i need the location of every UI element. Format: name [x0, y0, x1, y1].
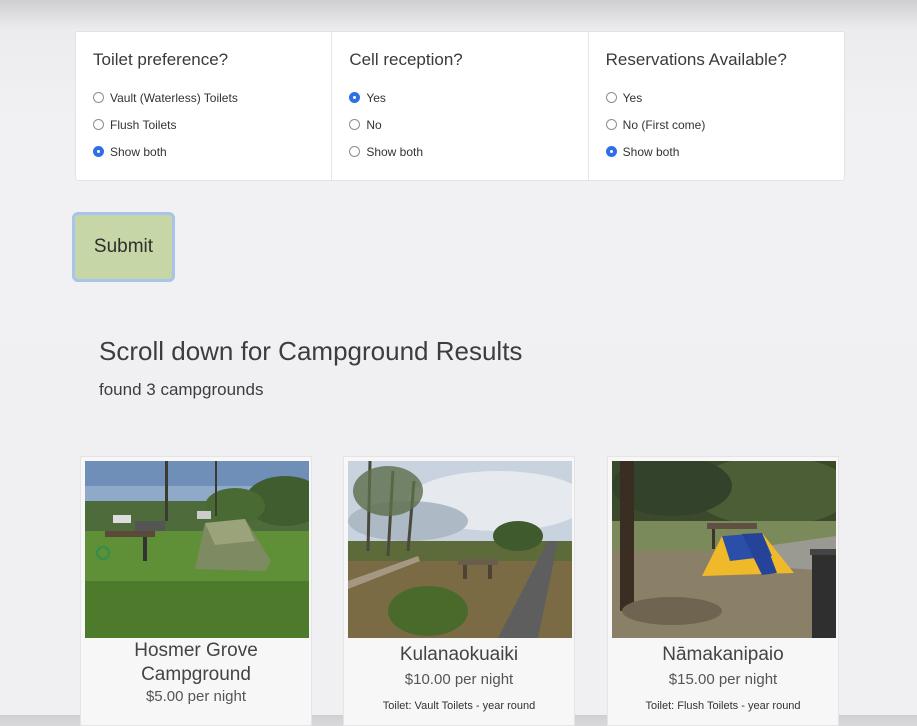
- filter-title-reservations: Reservations Available?: [605, 50, 787, 69]
- campground-toilet-info: Toilet: Vault Toilets - year round: [382, 700, 536, 712]
- option-label: Show both: [366, 144, 424, 159]
- option-label: Show both: [622, 144, 680, 159]
- radio-vault-toilets[interactable]: [93, 92, 104, 103]
- option-label: Yes: [366, 90, 386, 105]
- campground-name: Hosmer Grove: [134, 640, 258, 661]
- campground-name: Kulanaokuaiki: [399, 644, 519, 665]
- filter-title-toilet: Toilet preference?: [93, 50, 229, 69]
- campground-photo[interactable]: [348, 461, 572, 638]
- radio-toilet-show-both[interactable]: [93, 146, 104, 157]
- option-label: No (First come): [622, 117, 706, 132]
- campground-price: $10.00 per night: [404, 671, 514, 688]
- radio-cell-no[interactable]: [349, 119, 361, 130]
- radio-reservations-yes[interactable]: [605, 92, 617, 103]
- option-vault-toilets[interactable]: Vault (Waterless) Toilets: [93, 84, 331, 111]
- campground-card-namakanipaio[interactable]: Nāmakanipaio $15.00 per night Toilet: Fl…: [607, 456, 839, 726]
- option-reservations-yes[interactable]: Yes: [605, 84, 844, 111]
- option-reservations-no[interactable]: No (First come): [605, 111, 844, 138]
- campground-card-hosmer-grove[interactable]: Hosmer Grove Campground $5.00 per night: [80, 456, 312, 726]
- filter-panel: Toilet preference? Vault (Waterless) Toi…: [75, 31, 845, 181]
- option-cell-show-both[interactable]: Show both: [349, 138, 587, 165]
- radio-cell-yes[interactable]: [349, 92, 361, 103]
- option-cell-no[interactable]: No: [349, 111, 587, 138]
- option-label: Flush Toilets: [110, 117, 177, 132]
- option-cell-yes[interactable]: Yes: [349, 84, 587, 111]
- option-flush-toilets[interactable]: Flush Toilets: [93, 111, 331, 138]
- option-reservations-show-both[interactable]: Show both: [605, 138, 844, 165]
- option-toilet-show-both[interactable]: Show both: [93, 138, 331, 165]
- campground-price: $15.00 per night: [668, 671, 778, 688]
- results-title: Scroll down for Campground Results: [99, 336, 523, 366]
- filter-group-reservations: Reservations Available? Yes No (First co…: [589, 32, 844, 180]
- campground-photo[interactable]: [612, 461, 836, 638]
- results-count: found 3 campgrounds: [99, 380, 264, 399]
- radio-reservations-show-both[interactable]: [605, 146, 617, 157]
- campground-toilet-info: Toilet: Flush Toilets - year round: [645, 700, 801, 712]
- submit-button[interactable]: Submit: [72, 212, 175, 282]
- campground-card-kulanaokuaiki[interactable]: Kulanaokuaiki $10.00 per night Toilet: V…: [343, 456, 575, 726]
- radio-reservations-no[interactable]: [605, 119, 617, 130]
- filter-title-cell: Cell reception?: [349, 50, 463, 69]
- campground-price: $5.00 per night: [145, 688, 247, 705]
- campground-name: Nāmakanipaio: [662, 644, 784, 665]
- option-label: No: [366, 117, 382, 132]
- radio-flush-toilets[interactable]: [93, 119, 104, 130]
- campground-photo[interactable]: [85, 461, 309, 638]
- filter-group-toilet: Toilet preference? Vault (Waterless) Toi…: [76, 32, 333, 180]
- radio-cell-show-both[interactable]: [349, 146, 361, 157]
- option-label: Yes: [622, 90, 643, 105]
- campground-name-line2: Campground: [141, 664, 251, 685]
- filter-group-cell: Cell reception? Yes No Show both: [332, 32, 589, 180]
- option-label: Show both: [110, 144, 167, 159]
- option-label: Vault (Waterless) Toilets: [110, 90, 238, 105]
